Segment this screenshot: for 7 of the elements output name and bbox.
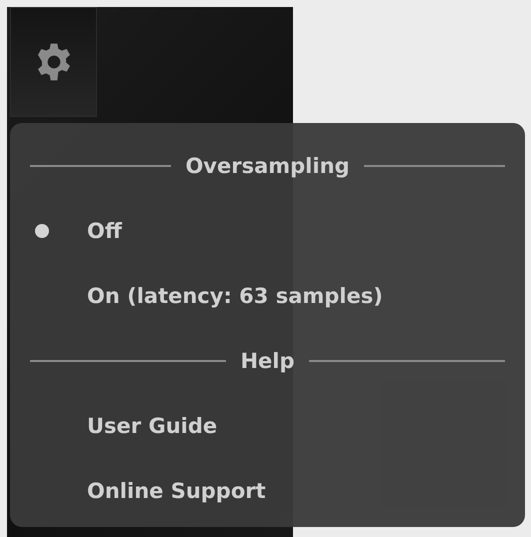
menu-item[interactable]: Online Support [87,478,266,502]
menu-item[interactable]: Off [87,218,122,242]
section-heading: Oversampling [185,154,350,178]
settings-button[interactable] [10,7,97,117]
menu-item[interactable]: User Guide [87,414,218,438]
section-heading: Help [240,348,295,372]
menu-item[interactable]: On (latency: 63 samples) [87,284,383,308]
